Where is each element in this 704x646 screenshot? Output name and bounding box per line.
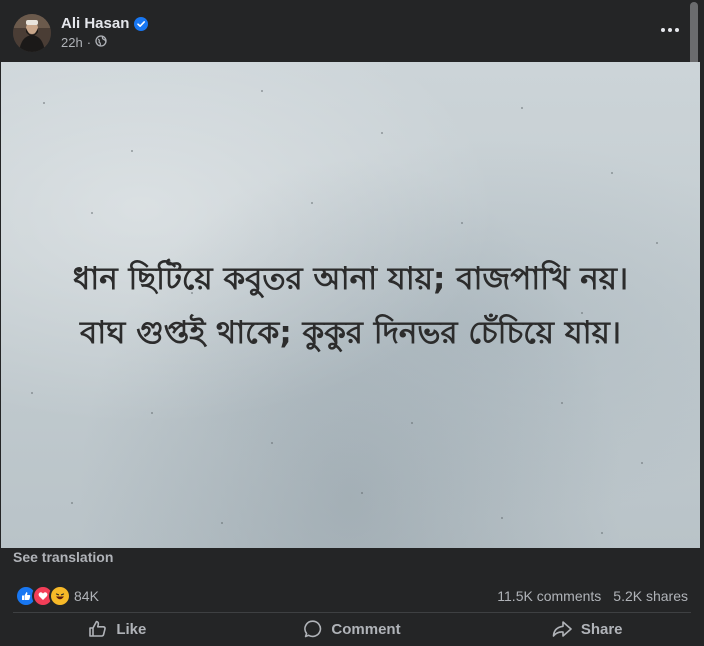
actions-divider — [13, 612, 691, 613]
like-label: Like — [116, 620, 147, 638]
avatar-image — [13, 14, 51, 52]
share-label: Share — [580, 620, 623, 638]
post-actions: Like Comment Share — [0, 614, 704, 644]
see-translation-link[interactable]: See translation — [13, 549, 113, 565]
author-name[interactable]: Ali Hasan — [61, 15, 129, 32]
thumbs-up-icon — [88, 619, 108, 639]
comment-bubble-icon — [303, 619, 323, 639]
reaction-icons[interactable] — [15, 585, 71, 607]
post-image[interactable]: ধান ছিটিয়ে কবুতর আনা যায়; বাজপাখি নয়।… — [1, 62, 700, 548]
share-arrow-icon — [551, 619, 573, 639]
facebook-post: Ali Hasan 22h · ধান ছিটিয়ে কবুতর আনা যা… — [0, 0, 704, 646]
engagement-counts: 11.5K comments 5.2K shares — [497, 588, 688, 604]
verified-badge-icon — [134, 16, 149, 31]
image-quote: ধান ছিটিয়ে কবুতর আনা যায়; বাজপাখি নয়।… — [1, 252, 700, 360]
like-button[interactable]: Like — [0, 614, 235, 644]
share-button[interactable]: Share — [469, 614, 704, 644]
post-header: Ali Hasan 22h · — [0, 0, 704, 62]
author-avatar[interactable] — [13, 14, 51, 52]
globe-icon — [95, 35, 107, 50]
reaction-count[interactable]: 84K — [74, 588, 99, 604]
quote-line-2: বাঘ গুপ্তই থাকে; কুকুর দিনভর চেঁচিয়ে যা… — [80, 315, 621, 351]
comment-label: Comment — [331, 620, 401, 638]
post-meta: 22h · — [61, 35, 107, 50]
quote-line-1: ধান ছিটিয়ে কবুতর আনা যায়; বাজপাখি নয়। — [72, 261, 629, 297]
comment-button[interactable]: Comment — [235, 614, 470, 644]
post-time[interactable]: 22h — [61, 35, 83, 50]
more-options-icon[interactable] — [658, 22, 682, 38]
haha-reaction-icon — [49, 585, 71, 607]
author-name-row: Ali Hasan — [61, 15, 149, 32]
comment-count[interactable]: 11.5K comments — [497, 588, 601, 604]
share-count[interactable]: 5.2K shares — [613, 588, 688, 604]
meta-separator: · — [86, 35, 92, 50]
post-stats: 84K 11.5K comments 5.2K shares — [0, 585, 704, 609]
